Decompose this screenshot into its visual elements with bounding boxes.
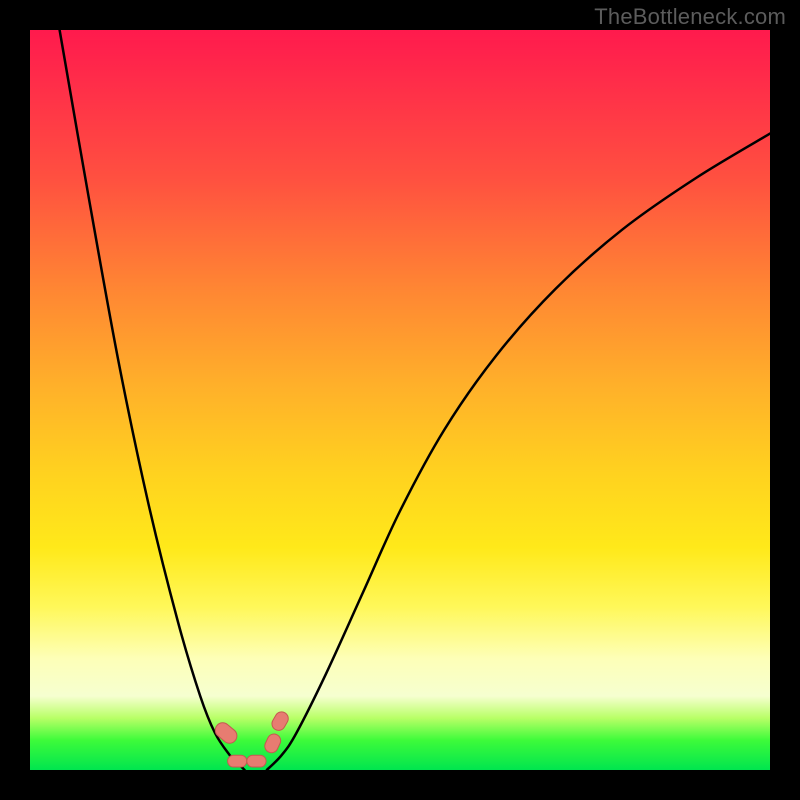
data-marker: [263, 732, 283, 755]
data-marker: [270, 709, 291, 732]
plot-area: [30, 30, 770, 770]
data-marker: [212, 720, 240, 747]
chart-frame: TheBottleneck.com: [0, 0, 800, 800]
right-branch: [267, 134, 770, 770]
data-marker: [228, 755, 247, 767]
attribution-text: TheBottleneck.com: [594, 4, 786, 30]
data-marker: [247, 755, 266, 767]
curve-layer: [30, 30, 770, 770]
left-branch: [60, 30, 245, 770]
